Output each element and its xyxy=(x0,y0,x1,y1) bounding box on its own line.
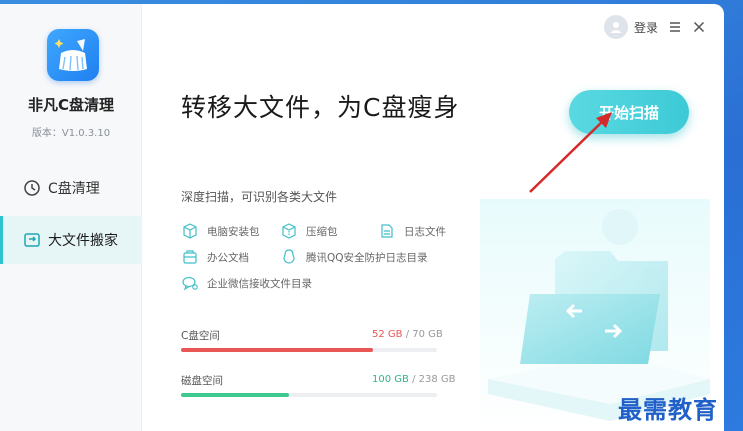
wecom-icon xyxy=(182,276,198,291)
c-drive-progress-fill xyxy=(181,348,373,352)
c-drive-usage: 52 GB / 70 GB xyxy=(372,329,443,340)
topbar: 登录 xyxy=(603,14,706,40)
user-avatar-icon[interactable] xyxy=(603,15,628,39)
qq-icon xyxy=(283,249,295,264)
package-icon xyxy=(183,223,197,239)
app-window: 非凡C盘清理 版本：V1.0.3.10 C盘清理 大文件搬家 登录 转移大文件，… xyxy=(0,4,724,431)
menu-icon[interactable] xyxy=(668,20,682,34)
disk-space-usage: 100 GB / 238 GB xyxy=(372,374,456,385)
disk-space-label: 磁盘空间 xyxy=(181,375,223,387)
watermark: 最需教育 xyxy=(618,395,718,424)
folder-transfer-icon xyxy=(24,233,40,247)
sidebar: 非凡C盘清理 版本：V1.0.3.10 C盘清理 大文件搬家 xyxy=(0,4,142,431)
close-icon[interactable] xyxy=(692,20,706,34)
disk-space-progress-bar xyxy=(181,393,437,397)
sidebar-item-label: C盘清理 xyxy=(48,181,100,197)
disk-space-progress-fill xyxy=(181,393,289,397)
clock-icon xyxy=(24,180,40,196)
c-drive-progress-bar xyxy=(181,348,437,352)
office-doc-icon xyxy=(183,250,197,264)
login-link[interactable]: 登录 xyxy=(634,19,658,36)
broom-logo-icon xyxy=(47,29,99,81)
log-file-icon xyxy=(381,224,393,238)
sidebar-item-c-clean[interactable]: C盘清理 xyxy=(0,164,142,212)
category-item: 腾讯QQ安全防护日志目录 xyxy=(280,248,428,266)
app-version: 版本：V1.0.3.10 xyxy=(31,128,111,139)
page-title: 转移大文件，为C盘瘦身 xyxy=(181,93,460,122)
sidebar-item-label: 大文件搬家 xyxy=(48,233,118,249)
red-arrow-annotation-icon xyxy=(529,112,612,193)
archive-icon xyxy=(282,223,296,239)
category-item: 办公文档 xyxy=(181,248,249,266)
category-item: 日志文件 xyxy=(378,222,446,240)
c-drive-label: C盘空间 xyxy=(181,330,220,342)
sidebar-item-large-file-move[interactable]: 大文件搬家 xyxy=(0,216,142,264)
category-item: 企业微信接收文件目录 xyxy=(181,274,312,292)
category-item: 电脑安装包 xyxy=(181,222,260,240)
app-name: 非凡C盘清理 xyxy=(27,96,114,114)
scan-description: 深度扫描，可识别各类大文件 xyxy=(181,190,338,204)
category-item: 压缩包 xyxy=(280,222,338,240)
